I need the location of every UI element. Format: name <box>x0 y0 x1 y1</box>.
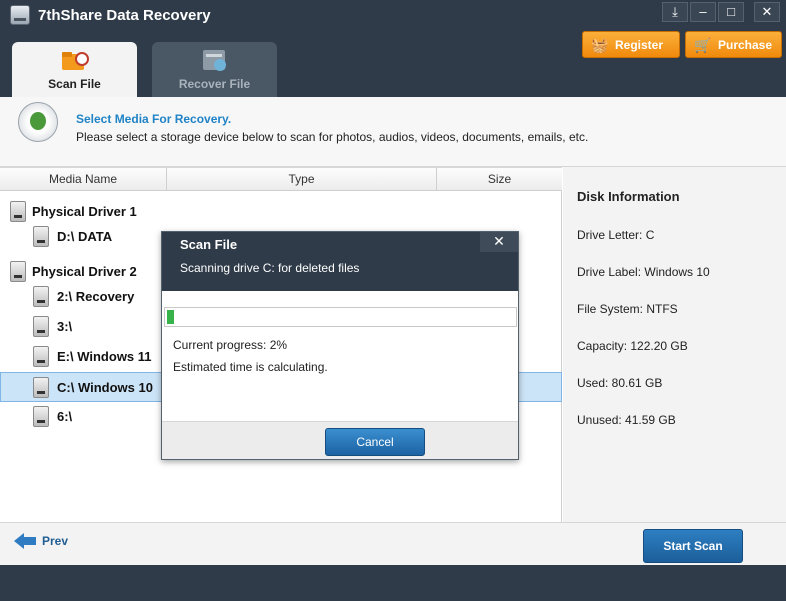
dialog-subtitle: Scanning drive C: for deleted files <box>180 261 360 275</box>
purchase-button[interactable]: 🛒 Purchase <box>685 31 782 58</box>
drive-icon <box>33 377 49 398</box>
register-button[interactable]: 🧺 Register <box>582 31 680 58</box>
footer-bar: Prev Start Scan <box>0 522 786 565</box>
basket-icon: 🧺 <box>591 36 609 53</box>
title-bar: 7thShare Data Recovery ⤓ – □ ✕ 🧺 Registe… <box>0 0 786 97</box>
recover-file-icon <box>202 50 226 71</box>
unused-space: Unused: 41.59 GB <box>577 413 676 427</box>
row-label: 3:\ <box>57 319 73 334</box>
drive-icon <box>33 406 49 427</box>
scan-folder-icon <box>61 52 89 70</box>
row-label: C:\ Windows 10 <box>57 380 153 395</box>
register-label: Register <box>615 37 664 52</box>
instruction-panel: Select Media For Recovery. Please select… <box>0 97 786 167</box>
drive-icon <box>33 286 49 307</box>
hard-disk-icon <box>10 261 26 282</box>
drive-icon <box>33 316 49 337</box>
used-space: Used: 80.61 GB <box>577 376 663 390</box>
start-scan-button[interactable]: Start Scan <box>643 529 743 563</box>
dialog-header: Scan File Scanning drive C: for deleted … <box>162 232 518 291</box>
dialog-close-button[interactable]: ✕ <box>480 232 518 252</box>
progress-text: Current progress: 2% <box>173 338 288 352</box>
dialog-body: Current progress: 2% Estimated time is c… <box>162 291 518 421</box>
dialog-footer: Cancel <box>162 421 518 459</box>
row-label: Physical Driver 2 <box>32 264 137 279</box>
bottom-bar <box>0 565 786 601</box>
purchase-label: Purchase <box>718 37 773 52</box>
tab-recover-file-label: Recover File <box>178 77 251 91</box>
table-header: Media Name Type Size <box>0 167 562 191</box>
tab-scan-file[interactable]: Scan File <box>12 42 137 97</box>
row-label: 6:\ <box>57 409 73 424</box>
app-logo-icon <box>10 5 30 25</box>
file-system: File System: NTFS <box>577 302 678 316</box>
capacity: Capacity: 122.20 GB <box>577 339 688 353</box>
row-label: D:\ DATA <box>57 229 113 244</box>
scan-progress-bar <box>164 307 517 327</box>
column-type[interactable]: Type <box>167 168 437 191</box>
close-button[interactable]: ✕ <box>754 2 780 22</box>
instruction-title: Select Media For Recovery. <box>76 112 232 126</box>
column-size[interactable]: Size <box>437 168 562 191</box>
prev-label: Prev <box>42 534 69 548</box>
disk-info-title: Disk Information <box>577 189 680 204</box>
column-media-name[interactable]: Media Name <box>0 168 167 191</box>
row-label: E:\ Windows 11 <box>57 349 152 364</box>
hard-disk-icon <box>10 201 26 222</box>
maximize-button[interactable]: □ <box>718 2 744 22</box>
app-title: 7thShare Data Recovery <box>38 7 211 24</box>
progress-fill <box>167 310 174 324</box>
prev-button[interactable]: Prev <box>14 533 68 549</box>
drive-label: Drive Label: Windows 10 <box>577 265 710 279</box>
drive-icon <box>33 226 49 247</box>
minimize-button[interactable]: – <box>690 2 716 22</box>
disk-info-panel: Disk Information Drive Letter: C Drive L… <box>563 167 786 522</box>
scan-dialog: Scan File Scanning drive C: for deleted … <box>161 231 519 460</box>
download-icon[interactable]: ⤓ <box>662 2 688 22</box>
cancel-button[interactable]: Cancel <box>325 428 425 456</box>
drive-icon <box>33 346 49 367</box>
drive-letter: Drive Letter: C <box>577 228 655 242</box>
cart-icon: 🛒 <box>694 36 712 53</box>
estimate-text: Estimated time is calculating. <box>173 360 328 374</box>
instruction-text: Please select a storage device below to … <box>76 130 589 144</box>
dialog-title: Scan File <box>180 237 238 252</box>
scan-disk-icon <box>18 102 58 142</box>
row-label: Physical Driver 1 <box>32 204 137 219</box>
row-label: 2:\ Recovery <box>57 289 135 304</box>
arrow-left-icon <box>14 533 36 549</box>
tab-recover-file[interactable]: Recover File <box>152 42 277 97</box>
tab-scan-file-label: Scan File <box>48 77 101 91</box>
